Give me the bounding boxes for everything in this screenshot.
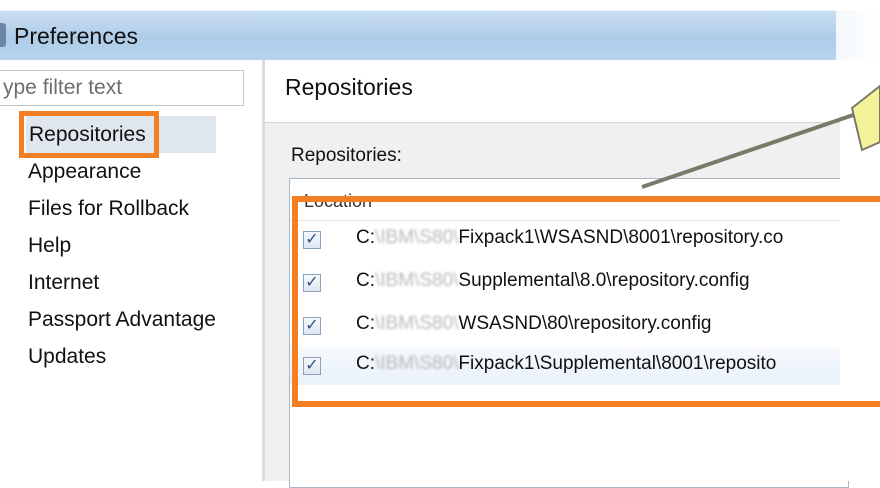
row-checkbox[interactable]: ✓ — [303, 317, 321, 335]
tree-item-help[interactable]: Help — [28, 227, 216, 264]
location-drive: C: — [356, 353, 375, 374]
table-row[interactable]: ✓ C:\IBM\S80\Fixpack1\WSASND\8001\reposi… — [290, 221, 848, 259]
location-redacted: \IBM\S80\ — [375, 227, 459, 248]
tree-item-repositories[interactable]: Repositories — [26, 116, 216, 153]
location-redacted: \IBM\S80\ — [375, 313, 459, 334]
row-checkbox[interactable]: ✓ — [303, 231, 321, 249]
repository-location: C:\IBM\S80\Fixpack1\Supplemental\8001\re… — [356, 353, 776, 375]
check-icon: ✓ — [305, 274, 319, 291]
repository-location: C:\IBM\S80\WSASND\80\repository.config — [356, 313, 712, 335]
tree-item-passport-advantage[interactable]: Passport Advantage — [28, 301, 216, 338]
tree-item-files-for-rollback[interactable]: Files for Rollback — [28, 190, 216, 227]
tree-item-updates[interactable]: Updates — [28, 338, 216, 375]
check-icon: ✓ — [305, 317, 319, 334]
right-edge — [840, 60, 880, 481]
title-bar-edge — [836, 10, 880, 60]
check-icon: ✓ — [305, 231, 319, 248]
preferences-window: Preferences Repositories Appearance File… — [0, 0, 880, 488]
table-row[interactable]: ✓ C:\IBM\S80\Supplemental\8.0\repository… — [290, 264, 848, 302]
location-drive: C: — [356, 313, 375, 334]
location-path: Supplemental\8.0\repository.config — [458, 270, 750, 291]
location-drive: C: — [356, 227, 375, 248]
column-header-location[interactable]: Location — [304, 191, 372, 212]
repositories-table: Location ✓ C:\IBM\S80\Fixpack1\WSASND\80… — [289, 178, 849, 488]
tree-item-internet[interactable]: Internet — [28, 264, 216, 301]
tree-item-appearance[interactable]: Appearance — [28, 153, 216, 190]
repositories-page: Repositories Repositories: Location ✓ C:… — [265, 60, 849, 488]
location-drive: C: — [356, 270, 375, 291]
check-icon: ✓ — [305, 357, 319, 374]
table-row[interactable]: ✓ C:\IBM\S80\Fixpack1\Supplemental\8001\… — [290, 347, 848, 385]
page-header: Repositories — [265, 60, 840, 123]
location-path: Fixpack1\WSASND\8001\repository.co — [458, 227, 784, 248]
row-checkbox[interactable]: ✓ — [303, 274, 321, 292]
window-title: Preferences — [14, 23, 139, 49]
title-bar: Preferences — [0, 10, 836, 61]
table-row[interactable]: ✓ C:\IBM\S80\WSASND\80\repository.config — [290, 307, 848, 345]
page-title: Repositories — [285, 74, 413, 100]
app-icon — [0, 23, 6, 47]
row-checkbox[interactable]: ✓ — [303, 357, 321, 375]
repository-location: C:\IBM\S80\Fixpack1\WSASND\8001\reposito… — [356, 227, 783, 249]
location-redacted: \IBM\S80\ — [375, 353, 459, 374]
filter-input[interactable] — [0, 70, 244, 106]
location-redacted: \IBM\S80\ — [375, 270, 459, 291]
location-path: Fixpack1\Supplemental\8001\reposito — [458, 353, 777, 374]
repository-location: C:\IBM\S80\Supplemental\8.0\repository.c… — [356, 270, 750, 292]
location-path: WSASND\80\repository.config — [458, 313, 712, 334]
preference-tree-panel: Repositories Appearance Files for Rollba… — [0, 60, 262, 481]
preference-tree: Repositories Appearance Files for Rollba… — [26, 116, 216, 375]
repositories-label: Repositories: — [291, 145, 402, 166]
